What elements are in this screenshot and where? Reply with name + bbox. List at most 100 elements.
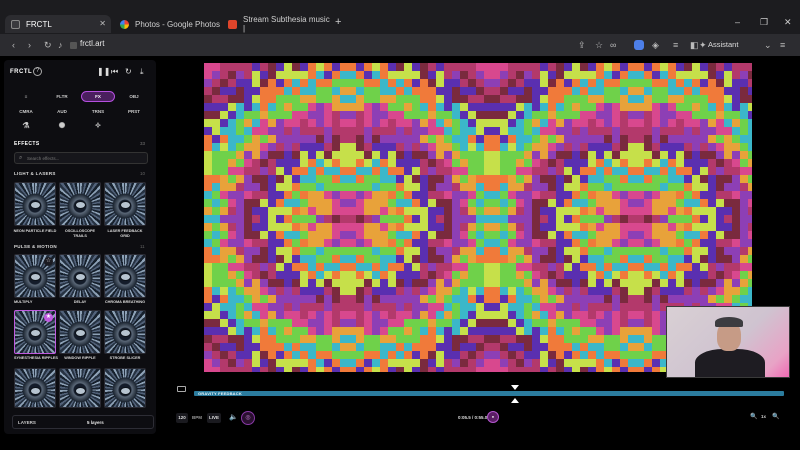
fractal-cell <box>436 367 444 372</box>
fractal-cell <box>388 279 396 287</box>
mode-cmra-button[interactable]: CMRA <box>9 106 43 117</box>
reading-list-icon[interactable]: ≡ <box>673 39 678 51</box>
fractal-cell <box>444 311 452 319</box>
effect-thumbnail[interactable] <box>104 182 146 226</box>
effect-thumbnail[interactable]: ☆ <box>14 254 56 298</box>
record-button[interactable]: ● <box>487 411 499 423</box>
download-icon[interactable]: ⤓ <box>140 67 144 77</box>
tab-label: Stream Subthesia music | <box>243 15 330 33</box>
link-icon[interactable]: ∞ <box>610 39 616 51</box>
mode-prst-button[interactable]: PRST <box>117 106 151 117</box>
layers-bar[interactable]: LAYERS 5 layers <box>12 415 154 429</box>
timeline-track[interactable]: GRAVITY FEEDBACK <box>194 391 784 396</box>
effect-thumbnail[interactable] <box>104 368 146 408</box>
fractal-cell <box>476 335 484 343</box>
mode-obj-button[interactable]: OBJ <box>117 91 151 102</box>
effect-thumbnail[interactable] <box>104 310 146 354</box>
fractal-cell <box>604 367 612 372</box>
eye-icon <box>75 273 86 281</box>
fractal-cell <box>492 287 500 295</box>
fractal-cell <box>660 151 668 159</box>
fractal-cell <box>220 359 228 367</box>
share-icon[interactable]: ⇪ <box>578 39 586 51</box>
vpn-icon[interactable]: ◧ <box>690 39 699 51</box>
effects-search[interactable]: ⌕ <box>14 152 148 164</box>
audio-input-icon[interactable]: ◎ <box>241 411 255 425</box>
fractal-cell <box>644 119 652 127</box>
zoom-out-icon[interactable]: 🔍 <box>750 413 757 420</box>
fractal-cell <box>716 87 724 95</box>
effect-thumbnail[interactable] <box>59 310 101 354</box>
effect-thumbnail[interactable] <box>104 254 146 298</box>
effect-thumbnail[interactable] <box>59 182 101 226</box>
fractal-cell <box>460 167 468 175</box>
new-tab-button[interactable]: + <box>335 16 341 28</box>
lab-flask-icon[interactable]: ⚗ <box>9 120 43 131</box>
search-input[interactable] <box>27 154 145 163</box>
fractal-cell <box>516 87 524 95</box>
tab-frctl[interactable]: FRCTL ✕ <box>5 15 111 33</box>
effect-thumbnail[interactable] <box>14 182 56 226</box>
fractal-cell <box>444 183 452 191</box>
pause-icon[interactable]: ❚❚ <box>97 67 110 77</box>
mode-trns-button[interactable]: TRNS <box>81 106 115 117</box>
maximize-icon[interactable]: ❐ <box>760 17 768 28</box>
favorite-star-icon[interactable]: ☆ <box>44 257 53 266</box>
camera-toggle-icon[interactable] <box>177 386 186 392</box>
category-title[interactable]: PULSE & MOTION <box>14 244 57 249</box>
fractal-cell <box>204 175 212 183</box>
fractal-cell <box>372 255 380 263</box>
mode-fltr-button[interactable]: FLTR <box>45 91 79 102</box>
fractal-cell <box>540 271 548 279</box>
fractal-cell <box>692 183 700 191</box>
fractal-cell <box>316 359 324 367</box>
fractal-cell <box>508 287 516 295</box>
zoom-in-icon[interactable]: 🔍 <box>772 413 779 420</box>
mode-fx-button[interactable]: FX <box>81 91 115 102</box>
reset-icon[interactable]: ↻ <box>125 67 132 77</box>
fractal-cell <box>516 239 524 247</box>
extension-icon[interactable] <box>634 40 644 50</box>
webcam-overlay[interactable] <box>666 306 790 378</box>
fractal-cell <box>332 327 340 335</box>
mode-menu-button[interactable]: ≡ <box>9 91 43 102</box>
sun-icon[interactable]: ✺ <box>45 120 79 131</box>
fractal-cell <box>564 327 572 335</box>
category-title[interactable]: LIGHT & LASERS <box>14 171 56 176</box>
close-tab-icon[interactable]: ✕ <box>99 19 106 28</box>
fractal-cell <box>316 191 324 199</box>
minimize-icon[interactable]: – <box>735 17 740 27</box>
mode-aud-button[interactable]: AUD <box>45 106 79 117</box>
effect-thumbnail[interactable] <box>14 368 56 408</box>
effect-thumbnail[interactable] <box>59 254 101 298</box>
fractal-cell <box>652 223 660 231</box>
close-window-icon[interactable]: ✕ <box>784 17 792 28</box>
tab-google-photos[interactable]: Photos - Google Photos <box>114 15 222 33</box>
playhead-bottom-marker[interactable] <box>511 398 519 403</box>
effect-thumbnail-selected[interactable]: ★ <box>14 310 56 354</box>
tab-stream-subthesia[interactable]: Stream Subthesia music | <box>222 15 332 33</box>
effect-thumbnail[interactable] <box>59 368 101 408</box>
sparkles-icon[interactable]: ✧ <box>81 120 115 131</box>
fractal-cell <box>388 103 396 111</box>
fractal-cell <box>324 159 332 167</box>
favorite-star-icon[interactable]: ★ <box>44 313 53 322</box>
puzzle-extensions-icon[interactable]: ◈ <box>652 39 659 51</box>
reload-icon[interactable]: ↻ <box>44 39 52 51</box>
live-button[interactable]: LIVE <box>207 413 221 423</box>
menu-icon[interactable]: ≡ <box>780 39 785 51</box>
assistant-button[interactable]: Assistant <box>708 40 738 49</box>
address-bar[interactable]: frctl.art <box>80 39 104 48</box>
volume-icon[interactable]: 🔈 <box>229 413 238 423</box>
chevron-down-icon[interactable]: ⌄ <box>764 39 772 51</box>
forward-icon[interactable]: › <box>28 39 31 51</box>
skip-back-icon[interactable]: ⏮ <box>111 67 118 77</box>
fractal-cell <box>380 247 388 255</box>
mic-icon[interactable]: ♪ <box>58 39 63 51</box>
bookmark-star-icon[interactable]: ☆ <box>595 39 603 51</box>
back-icon[interactable]: ‹ <box>12 39 15 51</box>
fractal-cell <box>668 295 676 303</box>
bpm-value[interactable]: 120 <box>176 413 188 423</box>
help-icon[interactable]: ? <box>33 67 42 76</box>
playhead-top-marker[interactable] <box>511 385 519 390</box>
